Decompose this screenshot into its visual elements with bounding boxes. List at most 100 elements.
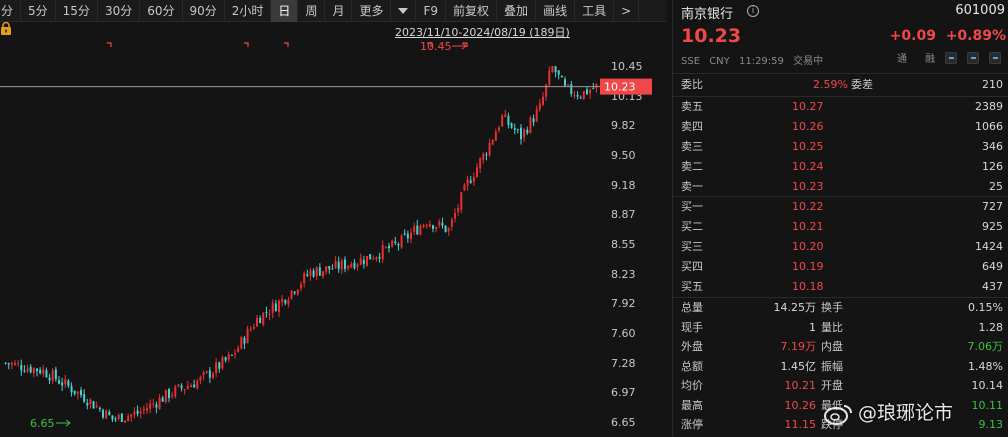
- candle-body: [410, 232, 412, 239]
- stat-value: 9.13: [978, 418, 1004, 431]
- toolbar-item[interactable]: F9: [416, 0, 447, 22]
- candle-body: [274, 303, 277, 312]
- toolbar-item[interactable]: 2小时: [225, 0, 272, 22]
- ask-level-row[interactable]: 卖三 10.25 346: [681, 137, 1007, 157]
- ask-level-row[interactable]: 卖四 10.26 1066: [681, 117, 1007, 137]
- toolbar-item[interactable]: 5分: [21, 0, 56, 22]
- candle-body: [529, 117, 532, 133]
- level-price: 10.20: [792, 240, 824, 253]
- toolbar-item[interactable]: 月: [325, 0, 353, 22]
- bid-level-row[interactable]: 买四 10.19 649: [681, 257, 1007, 277]
- toolbar-item[interactable]: 画线: [536, 0, 576, 22]
- candle-body: [306, 274, 309, 276]
- lock-icon[interactable]: [0, 22, 12, 35]
- candle-body: [158, 397, 161, 409]
- candle-body: [507, 115, 510, 125]
- candle-body: [469, 180, 472, 183]
- candle-body: [403, 233, 406, 235]
- candle-body: [265, 312, 268, 314]
- stat-value: 1.45亿: [780, 359, 817, 373]
- candle-body: [45, 370, 48, 378]
- toolbar-item[interactable]: 更多: [352, 0, 392, 22]
- chart-canvas[interactable]: 10.4510.139.829.509.188.878.558.237.927.…: [0, 22, 666, 437]
- ask-level-row[interactable]: 卖一 10.23 25: [681, 177, 1007, 197]
- edit-icon[interactable]: [945, 51, 957, 64]
- toolbar-item[interactable]: >: [614, 0, 640, 22]
- candle-body: [318, 267, 321, 276]
- toolbar-item[interactable]: 叠加: [497, 0, 537, 22]
- candle-body: [114, 418, 117, 420]
- candle-body: [278, 300, 280, 312]
- share-icon[interactable]: [989, 51, 1001, 64]
- candle-body: [582, 91, 585, 99]
- event-flag-icon: [244, 42, 249, 47]
- candle-body: [152, 403, 155, 405]
- weibi-value: 2.59%: [813, 78, 848, 91]
- candle-body: [161, 397, 164, 402]
- bid-level-row[interactable]: 买二 10.21 925: [681, 217, 1007, 237]
- level-volume: 925: [982, 220, 1003, 233]
- y-tick-label: 9.18: [611, 179, 636, 192]
- date-range-label[interactable]: 2023/11/10-2024/08/19 (189日): [395, 24, 570, 40]
- weibi-row: 委比 2.59% 委差 210: [681, 75, 1007, 95]
- more-dropdown-caret[interactable]: [391, 0, 417, 22]
- candle-body: [331, 268, 334, 270]
- candle-body: [230, 354, 233, 356]
- weibo-icon: [824, 404, 852, 425]
- candle-body: [174, 386, 177, 397]
- pencil-icon[interactable]: [967, 51, 979, 64]
- candle-body: [576, 94, 579, 97]
- toolbar-item[interactable]: 前复权: [446, 0, 498, 22]
- candle-body: [384, 246, 387, 248]
- candle-body: [14, 362, 16, 365]
- toolbar-item[interactable]: 30分: [98, 0, 141, 22]
- candle-body: [290, 290, 293, 299]
- level-label: 卖一: [681, 180, 703, 193]
- toolbar-item[interactable]: 90分: [183, 0, 225, 22]
- bid-level-row[interactable]: 买一 10.22 727: [681, 197, 1007, 217]
- candle-body: [83, 394, 86, 402]
- rong-button[interactable]: 融: [925, 50, 935, 65]
- ask-level-row[interactable]: 卖二 10.24 126: [681, 157, 1007, 177]
- level-volume: 126: [982, 160, 1003, 173]
- bid-level-row[interactable]: 买五 10.18 437: [681, 277, 1007, 297]
- candle-body: [199, 376, 202, 381]
- candle-body: [180, 385, 183, 389]
- candle-body: [54, 369, 57, 380]
- bid-level-row[interactable]: 买三 10.20 1424: [681, 237, 1007, 257]
- caret-down-icon: [398, 8, 409, 14]
- change-percent: +0.89%: [945, 28, 1006, 44]
- candle-body: [117, 414, 120, 419]
- candle-body: [482, 153, 485, 161]
- candle-body: [567, 84, 570, 86]
- candle-body: [95, 406, 98, 408]
- stat-label: 涨停: [681, 418, 703, 431]
- candle-body: [422, 225, 425, 228]
- candle-body: [413, 226, 416, 232]
- level-label: 卖五: [681, 100, 703, 113]
- toolbar-item[interactable]: 周: [298, 0, 326, 22]
- candle-body: [356, 264, 359, 267]
- candle-body: [353, 262, 356, 269]
- candle-body: [460, 192, 463, 210]
- candle-body: [586, 89, 588, 95]
- toolbar-item[interactable]: 工具: [575, 0, 615, 22]
- info-icon[interactable]: i: [747, 5, 759, 17]
- candle-body: [246, 328, 249, 344]
- toolbar-item[interactable]: 日: [271, 0, 299, 22]
- toolbar-item[interactable]: 15分: [56, 0, 98, 22]
- y-tick-label: 7.60: [611, 327, 636, 340]
- level-price: 10.19: [792, 260, 824, 273]
- y-tick-label: 10.45: [611, 60, 643, 73]
- y-tick-label: 6.65: [611, 416, 636, 429]
- candle-body: [573, 95, 576, 97]
- toolbar-item[interactable]: 分: [0, 0, 22, 22]
- candlestick-chart[interactable]: 10.45 10.13 9.82 9.50 9.18 8.87 8.55 8.23 7.92 7.…: [0, 22, 666, 437]
- ask-level-row[interactable]: 卖五 10.27 2389: [681, 97, 1007, 117]
- candle-body: [190, 385, 192, 388]
- toolbar-item[interactable]: 60分: [140, 0, 183, 22]
- candle-body: [105, 410, 108, 419]
- candle-body: [400, 235, 403, 248]
- candle-body: [127, 416, 130, 421]
- tong-button[interactable]: 通: [897, 50, 907, 65]
